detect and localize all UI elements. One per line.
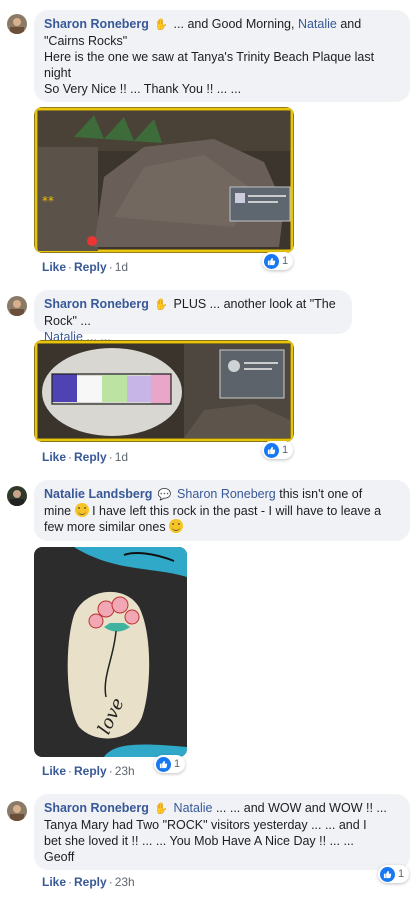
reaction-count[interactable]: 1: [262, 441, 294, 459]
comment-author[interactable]: Sharon Roneberg: [44, 297, 149, 311]
comment-photo[interactable]: [34, 340, 294, 442]
comment-text: this isn't one of: [279, 487, 363, 501]
comment-time[interactable]: 1d: [115, 450, 128, 464]
like-link[interactable]: Like: [42, 260, 66, 274]
comment-photo[interactable]: **: [34, 107, 294, 253]
avatar[interactable]: [7, 486, 27, 506]
comment-author[interactable]: Natalie Landsberg: [44, 487, 152, 501]
comment-time[interactable]: 1d: [115, 260, 128, 274]
avatar[interactable]: [7, 296, 27, 316]
comment-text: and: [340, 17, 362, 31]
thumbs-up-icon: [264, 442, 279, 458]
like-link[interactable]: Like: [42, 875, 66, 889]
comment-text: I have left this rock in the past - I wi…: [92, 504, 382, 518]
svg-text:**: **: [42, 194, 54, 208]
comment-bubble: Sharon Roneberg ✋ ... and Good Morning, …: [34, 10, 410, 102]
comment-text: "Cairns Rocks": [44, 34, 128, 48]
reply-link[interactable]: Reply: [74, 875, 107, 889]
comment-text: few more similar ones: [44, 520, 166, 534]
comment-actions: Like · Reply · 23h: [42, 764, 135, 778]
comment-actions: Like · Reply · 1d: [42, 450, 129, 464]
comment-text: bet she loved it !! ... ... You Mob Have…: [44, 834, 354, 848]
comment-actions: Like · Reply · 1d: [42, 260, 129, 274]
comment-text: mine: [44, 504, 72, 518]
thumbs-up-icon: [380, 866, 395, 882]
comment-author[interactable]: Sharon Roneberg: [44, 17, 149, 31]
avatar[interactable]: [7, 801, 27, 821]
comment-text: ... ... and WOW and WOW !! ...: [215, 801, 387, 815]
mention-link[interactable]: Natalie: [298, 17, 337, 31]
thumbs-up-icon: [156, 756, 171, 772]
reaction-count[interactable]: 1: [262, 252, 294, 270]
wave-icon: ✋: [154, 19, 169, 31]
mention-link[interactable]: Sharon Roneberg: [177, 487, 276, 501]
avatar[interactable]: [7, 14, 27, 34]
message-icon: 💬: [157, 489, 172, 501]
reaction-count[interactable]: 1: [378, 865, 410, 883]
comment-bubble: Sharon Roneberg ✋ Natalie ... ... and WO…: [34, 794, 410, 870]
reaction-count[interactable]: 1: [154, 755, 186, 773]
comment-text: Here is the one we saw at Tanya's Trinit…: [44, 50, 375, 64]
smile-emoji-icon: [169, 519, 184, 533]
comment-photo[interactable]: love: [34, 547, 187, 757]
comment-time[interactable]: 23h: [115, 764, 135, 778]
reply-link[interactable]: Reply: [74, 450, 107, 464]
reaction-number: 1: [174, 758, 181, 770]
wave-icon: ✋: [154, 803, 169, 815]
comment-text: Geoff: [44, 850, 75, 864]
reaction-number: 1: [398, 868, 405, 880]
comment-text: night: [44, 66, 72, 80]
reply-link[interactable]: Reply: [74, 260, 107, 274]
comment-bubble: Sharon Roneberg ✋ PLUS ... another look …: [34, 290, 352, 344]
comment-text: Tanya Mary had Two "ROCK" visitors yeste…: [44, 818, 367, 832]
comment-actions: Like · Reply · 23h: [42, 875, 135, 889]
comment-text: ... and Good Morning,: [173, 17, 295, 31]
like-link[interactable]: Like: [42, 450, 66, 464]
smile-emoji-icon: [74, 503, 89, 517]
comment-author[interactable]: Sharon Roneberg: [44, 801, 149, 815]
comment-time[interactable]: 23h: [115, 875, 135, 889]
reaction-number: 1: [282, 255, 289, 267]
mention-link[interactable]: Natalie: [174, 801, 213, 815]
reaction-number: 1: [282, 444, 289, 456]
reply-link[interactable]: Reply: [74, 764, 107, 778]
comment-bubble: Natalie Landsberg 💬 Sharon Roneberg this…: [34, 480, 410, 541]
comment-text: So Very Nice !! ... Thank You !! ... ...: [44, 82, 242, 96]
wave-icon: ✋: [154, 299, 169, 311]
like-link[interactable]: Like: [42, 764, 66, 778]
thumbs-up-icon: [264, 253, 279, 269]
